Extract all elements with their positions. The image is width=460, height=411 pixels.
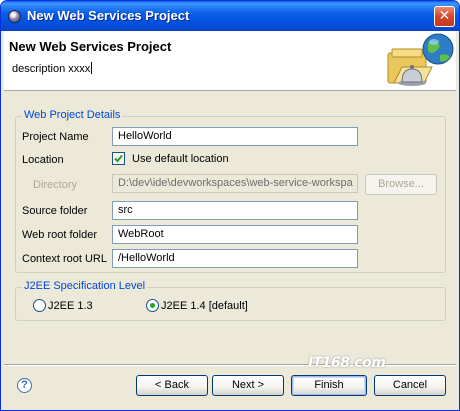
- title-bar[interactable]: New Web Services Project ✕: [1, 1, 459, 31]
- use-default-location-label: Use default location: [132, 153, 229, 165]
- close-button[interactable]: ✕: [434, 6, 455, 27]
- web-services-wizard-icon: [387, 33, 454, 86]
- help-icon[interactable]: ?: [17, 378, 32, 393]
- j2ee-14-label: J2EE 1.4 [default]: [161, 300, 248, 312]
- project-name-field[interactable]: HelloWorld: [112, 127, 358, 146]
- footer-separator: [4, 364, 456, 366]
- project-name-label: Project Name: [22, 131, 89, 143]
- back-button[interactable]: < Back: [136, 375, 208, 396]
- web-root-folder-label: Web root folder: [22, 229, 98, 241]
- location-label: Location: [22, 154, 64, 166]
- browse-button[interactable]: Browse...: [365, 174, 437, 195]
- next-button[interactable]: Next >: [212, 375, 284, 396]
- wizard-description: description xxxx: [12, 63, 91, 75]
- text-caret: [91, 62, 93, 74]
- use-default-location-checkbox[interactable]: [112, 152, 125, 165]
- directory-field[interactable]: D:\dev\ide\devworkspaces\web-service-wor…: [112, 174, 358, 193]
- source-folder-field[interactable]: src: [112, 201, 358, 220]
- j2ee-14-radio[interactable]: [146, 299, 159, 312]
- j2ee-13-label: J2EE 1.3: [48, 300, 93, 312]
- wizard-header: New Web Services Project description xxx…: [4, 31, 456, 91]
- context-root-url-label: Context root URL: [22, 253, 107, 265]
- context-root-url-field[interactable]: /HelloWorld: [112, 249, 358, 268]
- j2ee-spec-title: J2EE Specification Level: [22, 280, 148, 292]
- dialog-window: New Web Services Project ✕ New Web Servi…: [0, 0, 460, 411]
- source-folder-label: Source folder: [22, 205, 88, 217]
- cancel-button[interactable]: Cancel: [374, 375, 446, 396]
- web-root-folder-field[interactable]: WebRoot: [112, 225, 358, 244]
- directory-label: Directory: [33, 179, 78, 191]
- wizard-title: New Web Services Project: [9, 39, 172, 54]
- eclipse-icon: [8, 10, 21, 23]
- window-title: New Web Services Project: [27, 8, 190, 23]
- j2ee-13-radio[interactable]: [33, 299, 46, 312]
- checkmark-icon: [114, 154, 123, 163]
- watermark-logo: IT168.com: [308, 355, 386, 371]
- web-project-details-title: Web Project Details: [22, 109, 123, 121]
- finish-button[interactable]: Finish: [291, 375, 367, 396]
